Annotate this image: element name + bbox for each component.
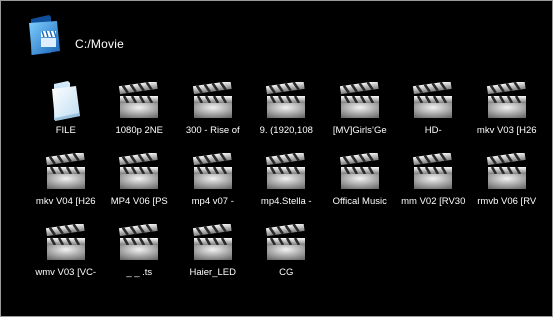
- clapperboard-icon: [336, 79, 384, 123]
- file-label: mm V02 [RV30: [401, 196, 466, 207]
- video-file-item[interactable]: 300 - Rise of: [176, 79, 250, 150]
- clapperboard-icon: [189, 221, 237, 265]
- video-file-item[interactable]: CG: [250, 221, 324, 292]
- video-file-item[interactable]: mm V02 [RV30: [397, 150, 471, 221]
- video-file-item[interactable]: mp4.Stella -: [250, 150, 324, 221]
- clapperboard-icon: [115, 150, 163, 194]
- clapperboard-icon: [115, 79, 163, 123]
- clapperboard-icon: [189, 150, 237, 194]
- video-file-item[interactable]: Haier_LED: [176, 221, 250, 292]
- file-label: 1080p 2NE: [115, 125, 164, 136]
- video-file-item[interactable]: [MV]Girls’Ge: [323, 79, 397, 150]
- video-file-item[interactable]: _ _ .ts: [103, 221, 177, 292]
- current-path: C:/Movie: [75, 37, 124, 51]
- file-label: [MV]Girls’Ge: [332, 125, 387, 136]
- video-file-item[interactable]: HD-: [397, 79, 471, 150]
- video-file-item[interactable]: rmvb V06 [RV: [470, 150, 544, 221]
- file-label: mp4.Stella -: [260, 196, 312, 207]
- file-label: HD-: [424, 125, 442, 136]
- file-label: wmv V03 [VC-: [35, 267, 97, 278]
- video-file-item[interactable]: mkv V03 [H26: [470, 79, 544, 150]
- file-label: mkv V04 [H26: [35, 196, 96, 207]
- file-label: CG: [279, 267, 294, 278]
- clapperboard-icon: [483, 150, 531, 194]
- file-browser-screen: C:/Movie FILE 1080p 2NE 300 - Rise of 9.…: [0, 0, 553, 317]
- clapperboard-icon: [42, 150, 90, 194]
- file-label: 9. (1920,108: [259, 125, 313, 136]
- file-label: FILE: [55, 125, 76, 136]
- clapperboard-icon: [262, 79, 310, 123]
- file-label: mkv V03 [H26: [476, 125, 537, 136]
- clapperboard-icon: [409, 150, 457, 194]
- file-label: Offical Music: [332, 196, 387, 207]
- file-label: _ _ .ts: [126, 267, 153, 278]
- video-file-item[interactable]: mkv V04 [H26: [29, 150, 103, 221]
- clapperboard-icon: [336, 150, 384, 194]
- folder-icon: [42, 79, 90, 123]
- clapperboard-icon: [262, 221, 310, 265]
- video-file-item[interactable]: MP4 V06 [PS: [103, 150, 177, 221]
- file-label: mp4 v07 -: [191, 196, 234, 207]
- clapperboard-icon: [409, 79, 457, 123]
- file-label: MP4 V06 [PS: [110, 196, 168, 207]
- video-file-item[interactable]: 9. (1920,108: [250, 79, 324, 150]
- video-file-item[interactable]: Offical Music: [323, 150, 397, 221]
- folder-item[interactable]: FILE: [29, 79, 103, 150]
- clapperboard-icon: [42, 221, 90, 265]
- file-label: 300 - Rise of: [185, 125, 240, 136]
- clapperboard-icon: [262, 150, 310, 194]
- video-file-item[interactable]: mp4 v07 -: [176, 150, 250, 221]
- clapperboard-icon: [483, 79, 531, 123]
- file-grid: FILE 1080p 2NE 300 - Rise of 9. (1920,10…: [29, 79, 544, 292]
- clapperboard-icon: [189, 79, 237, 123]
- video-file-item[interactable]: wmv V03 [VC-: [29, 221, 103, 292]
- path-header: C:/Movie: [27, 13, 124, 57]
- file-label: rmvb V06 [RV: [477, 196, 537, 207]
- clapperboard-icon: [115, 221, 163, 265]
- video-file-item[interactable]: 1080p 2NE: [103, 79, 177, 150]
- video-folder-icon: [29, 15, 60, 55]
- file-label: Haier_LED: [189, 267, 236, 278]
